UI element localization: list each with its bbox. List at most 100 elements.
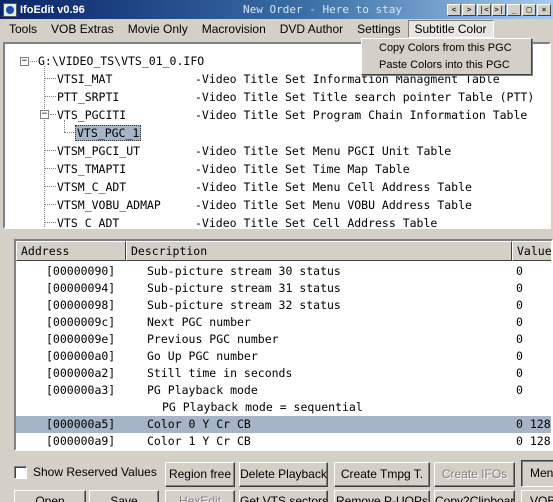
tree-connector xyxy=(50,114,56,115)
row-address: [0000009e] xyxy=(46,332,116,346)
row-description: Next PGC number xyxy=(147,315,251,329)
tree-node-name: VTS_C_ADT xyxy=(57,216,120,229)
menu-dvd-author[interactable]: DVD Author xyxy=(273,20,350,38)
menu-bar: Tools VOB Extras Movie Only Macrovision … xyxy=(0,19,553,39)
row-address: [000000a5] xyxy=(46,417,116,431)
col-header-description[interactable]: Description xyxy=(126,241,512,261)
tree-node-vts-pgciti[interactable]: VTS_PGCITI -Video Title Set Program Chai… xyxy=(57,106,549,124)
col-header-value[interactable]: Value xyxy=(512,241,551,261)
show-reserved-checkbox[interactable]: Show Reserved Values xyxy=(14,465,157,479)
show-reserved-label: Show Reserved Values xyxy=(33,465,157,479)
tree-node-vtsm-c-adt[interactable]: VTSM_C_ADT -Video Title Set Menu Cell Ad… xyxy=(57,178,549,196)
row-address: [00000094] xyxy=(46,281,116,295)
tree-node-name: VTSM_VOBU_ADMAP xyxy=(57,198,161,212)
open-button[interactable]: Open xyxy=(14,490,86,502)
first-icon[interactable]: |< xyxy=(477,3,491,16)
tree-node-name: VTS_PGCITI xyxy=(57,108,127,122)
list-row[interactable]: [00000098] Sub-picture stream 32 status … xyxy=(16,297,551,314)
root-expander-icon[interactable]: − xyxy=(20,57,29,66)
tree-node-desc: -Video Title Set Title search pointer Ta… xyxy=(195,90,535,104)
save-button[interactable]: Save xyxy=(89,490,159,502)
tree-node-desc: -Video Title Set Menu Cell Address Table xyxy=(195,180,472,194)
remove-puops-button[interactable]: Remove P-UOPs xyxy=(334,490,430,502)
row-description: Color 0 Y Cr CB xyxy=(147,417,251,431)
last-icon[interactable]: >| xyxy=(492,3,506,16)
menu-subtitle-color[interactable]: Subtitle Color xyxy=(407,20,494,38)
checkbox-box[interactable] xyxy=(14,465,27,479)
paste-colors-item[interactable]: Paste Colors into this PGC xyxy=(362,57,531,74)
row-address: [000000a0] xyxy=(46,349,116,363)
title-bar[interactable]: IfoEdit v0.96 New Order - Here to stay <… xyxy=(0,0,553,19)
tree-connector xyxy=(44,186,56,187)
create-ifos-button[interactable]: Create IFOs xyxy=(434,462,515,487)
list-row[interactable]: PG Playback mode = sequential xyxy=(16,399,551,416)
list-row[interactable]: [00000094] Sub-picture stream 31 status … xyxy=(16,280,551,297)
menu-macrovision[interactable]: Macrovision xyxy=(195,20,273,38)
field-list[interactable]: Address Description Value [00000090] Sub… xyxy=(14,239,553,451)
next-icon[interactable]: > xyxy=(462,3,476,16)
menu-settings[interactable]: Settings xyxy=(350,20,407,38)
tree-node-ptt-srpti[interactable]: PTT_SRPTI -Video Title Set Title search … xyxy=(57,88,549,106)
close-icon[interactable]: × xyxy=(537,3,551,16)
list-row[interactable]: [000000a9] Color 1 Y Cr CB 0 128 128 xyxy=(16,433,551,449)
row-value: 0 xyxy=(516,383,523,397)
tree-connector xyxy=(44,96,56,97)
row-description: Color 1 Y Cr CB xyxy=(147,434,251,448)
list-row-selected[interactable]: [000000a5] Color 0 Y Cr CB 0 128 128 xyxy=(16,416,551,433)
tree-connector xyxy=(44,150,56,151)
tree-node-name: PTT_SRPTI xyxy=(57,90,120,104)
row-description: Sub-picture stream 30 status xyxy=(147,264,341,278)
copy2clipboard-button[interactable]: Copy2Clipboard xyxy=(434,490,515,502)
list-row[interactable]: [0000009e] Previous PGC number 0 xyxy=(16,331,551,348)
tree-node-desc: -Video Title Set Program Chain Informati… xyxy=(195,108,528,122)
row-description: Go Up PGC number xyxy=(147,349,258,363)
maximize-icon[interactable]: □ xyxy=(522,3,536,16)
list-row[interactable]: [00000090] Sub-picture stream 30 status … xyxy=(16,263,551,280)
col-header-address[interactable]: Address xyxy=(16,241,126,261)
tree-node-name: VTSI_MAT xyxy=(57,72,113,86)
row-description: PG Playback mode xyxy=(147,383,258,397)
minimize-icon[interactable]: _ xyxy=(507,3,521,16)
list-row[interactable]: [000000a3] PG Playback mode 0 xyxy=(16,382,551,399)
tree-node-vtsm-vobu-admap[interactable]: VTSM_VOBU_ADMAP -Video Title Set Menu VO… xyxy=(57,196,549,214)
row-value: 0 xyxy=(516,332,523,346)
row-value: 0 xyxy=(516,298,523,312)
hexedit-button[interactable]: HexEdit xyxy=(165,490,235,502)
tree-node-vts-tmapti[interactable]: VTS_TMAPTI -Video Title Set Time Map Tab… xyxy=(57,160,549,178)
tree-node-vtsm-pgci-ut[interactable]: VTSM_PGCI_UT -Video Title Set Menu PGCI … xyxy=(57,142,549,160)
tree-node-name: VTSM_PGCI_UT xyxy=(57,144,141,158)
region-free-button[interactable]: Region free xyxy=(165,462,235,487)
tree-node-name: VTSM_C_ADT xyxy=(57,180,127,194)
row-value: 0 128 128 xyxy=(516,417,551,431)
create-tmpg-button[interactable]: Create Tmpg T. xyxy=(334,462,430,487)
list-row[interactable]: [0000009c] Next PGC number 0 xyxy=(16,314,551,331)
row-value: 0 xyxy=(516,366,523,380)
menu-button[interactable]: Menu xyxy=(521,460,553,487)
row-address: [00000090] xyxy=(46,264,116,278)
tree-node-name: VTS_PGC_1 xyxy=(75,125,142,141)
list-row[interactable]: [000000a2] Still time in seconds 0 xyxy=(16,365,551,382)
vob-button[interactable]: VOB xyxy=(521,490,553,502)
tree-connector xyxy=(30,61,37,62)
tree-node-vts-pgc-1[interactable]: VTS_PGC_1 xyxy=(75,124,142,142)
tree-node-desc: -Video Title Set Cell Address Table xyxy=(195,216,438,229)
menu-movie-only[interactable]: Movie Only xyxy=(121,20,195,38)
tree-node-name: VTS_TMAPTI xyxy=(57,162,127,176)
panel-splitter[interactable] xyxy=(0,229,553,237)
tree-root-label: G:\VIDEO_TS\VTS_01_0.IFO xyxy=(38,54,205,68)
row-sub-description: PG Playback mode = sequential xyxy=(162,400,363,414)
menu-tools[interactable]: Tools xyxy=(2,20,44,38)
list-header: Address Description Value xyxy=(16,241,551,261)
app-icon[interactable] xyxy=(3,2,17,17)
tree-root[interactable]: G:\VIDEO_TS\VTS_01_0.IFO xyxy=(38,52,204,70)
list-row[interactable]: [000000a0] Go Up PGC number 0 xyxy=(16,348,551,365)
row-description: Sub-picture stream 32 status xyxy=(147,298,341,312)
prev-icon[interactable]: < xyxy=(447,3,461,16)
tree-node-vts-c-adt[interactable]: VTS_C_ADT -Video Title Set Cell Address … xyxy=(57,214,549,229)
menu-vob-extras[interactable]: VOB Extras xyxy=(44,20,121,38)
copy-colors-item[interactable]: Copy Colors from this PGC xyxy=(362,40,531,57)
get-vts-sectors-button[interactable]: Get VTS sectors xyxy=(239,490,328,502)
expander-minus-icon[interactable]: − xyxy=(40,110,49,119)
row-address: [000000a2] xyxy=(46,366,116,380)
delete-playback-button[interactable]: Delete Playback xyxy=(239,462,328,487)
